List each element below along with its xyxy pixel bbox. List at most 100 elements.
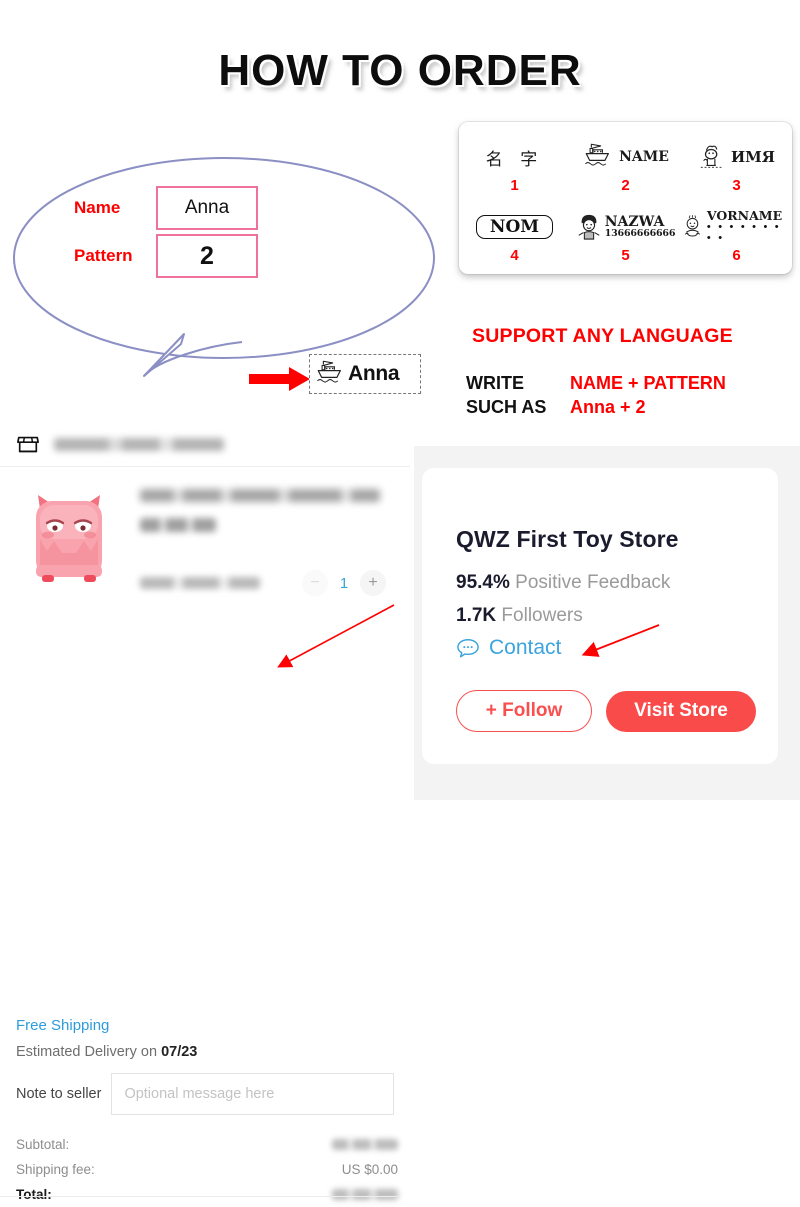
subtotal-label: Subtotal: [16, 1137, 70, 1152]
shipping-fee-label: Shipping fee: [16, 1162, 95, 1177]
pattern-4-text: NOM [475, 215, 554, 239]
pattern-option-4[interactable]: NOM 4 [459, 200, 570, 270]
poster-root: HOW TO ORDER Name Anna Pattern 2 Anna 名 … [0, 0, 800, 1202]
cart-item: − 1 + [0, 467, 410, 596]
animal-icon [700, 145, 724, 168]
red-right-arrow-icon [249, 367, 310, 391]
total-value [332, 1189, 398, 1200]
pattern-5-art: NAZWA 13666666666 [576, 207, 676, 247]
pattern-6-stack: VORNAME • • • • • • • • • [706, 209, 792, 245]
pattern-option-2[interactable]: NAME 2 [570, 130, 681, 200]
pattern-options-panel: 名 字 1 NAME 2 ИМЯ 3 NOM 4 NAZWA 136666666… [459, 122, 792, 274]
chat-bubble-icon [457, 639, 479, 658]
followers: 1.7K Followers [456, 605, 583, 627]
example-fields: Name Anna Pattern 2 [74, 186, 304, 278]
pattern-6-number: 6 [732, 247, 741, 264]
quantity-increase-button[interactable]: + [360, 570, 386, 596]
page-title: HOW TO ORDER [218, 46, 582, 95]
such-as-line: SUCH AS Anna + 2 [466, 397, 726, 421]
followers-label: Followers [496, 605, 583, 626]
pattern-option-6[interactable]: VORNAME • • • • • • • • • 6 [681, 200, 792, 270]
example-name-box: Anna [156, 186, 258, 230]
store-actions: + Follow Visit Store [456, 690, 756, 732]
pattern-6-sub: • • • • • • • • • [706, 221, 781, 245]
pattern-5-text: NAZWA [604, 214, 665, 231]
quantity-decrease-button[interactable]: − [302, 570, 328, 596]
note-to-seller-input[interactable]: Optional message here [111, 1073, 394, 1115]
boy-icon [578, 214, 600, 240]
write-instructions: WRITE NAME + PATTERN SUCH AS Anna + 2 [466, 373, 726, 421]
follow-button[interactable]: + Follow [456, 690, 592, 732]
cart-item-details: − 1 + [124, 479, 396, 596]
product-variant [140, 577, 260, 589]
note-to-seller-row: Note to seller Optional message here [16, 1073, 394, 1115]
pattern-1-text: 名 字 [485, 149, 544, 170]
followers-value: 1.7K [456, 605, 497, 626]
pattern-2-text: NAME [619, 149, 669, 165]
total-label: Total: [16, 1187, 52, 1202]
shipping-fee-row: Shipping fee: US $0.00 [16, 1157, 398, 1182]
example-name-row: Name Anna [74, 186, 304, 230]
pattern-grid: 名 字 1 NAME 2 ИМЯ 3 NOM 4 NAZWA 136666666… [459, 130, 792, 270]
write-line: WRITE NAME + PATTERN [466, 373, 726, 397]
cart-store-name [54, 437, 224, 451]
visit-store-button[interactable]: Visit Store [606, 690, 756, 732]
example-result-stamp: Anna [309, 354, 421, 394]
pattern-2-art: NAME [582, 137, 669, 177]
storefront-icon [17, 436, 39, 453]
support-headline: SUPPORT ANY LANGUAGE [472, 325, 733, 347]
total-row: Total: [16, 1182, 398, 1207]
positive-feedback: 95.4% Positive Feedback [456, 572, 670, 594]
subtotal-row: Subtotal: [16, 1132, 398, 1157]
write-value: NAME + PATTERN [570, 373, 726, 393]
example-result-text: Anna [348, 362, 400, 385]
feedback-label: Positive Feedback [509, 572, 671, 593]
note-to-seller-label: Note to seller [16, 1086, 102, 1102]
product-image[interactable] [14, 479, 124, 589]
product-title [140, 489, 380, 502]
pattern-4-art: NOM [475, 207, 554, 247]
pattern-6-art: VORNAME • • • • • • • • • [681, 207, 792, 247]
baby-icon [684, 215, 701, 237]
eta-date: 07/23 [161, 1044, 198, 1060]
pattern-5-sub: 13666666666 [604, 228, 676, 240]
example-speech-bubble: Name Anna Pattern 2 Anna [6, 148, 446, 394]
pattern-option-3[interactable]: ИМЯ 3 [681, 130, 792, 200]
shipping-fee-value: US $0.00 [341, 1162, 398, 1177]
such-as-value: Anna + 2 [570, 397, 646, 417]
contact-label: Contact [489, 636, 562, 659]
pattern-3-art: ИМЯ [698, 137, 775, 177]
boat-icon [585, 143, 610, 166]
estimated-delivery: Estimated Delivery on 07/23 [16, 1044, 197, 1060]
subtotal-value [332, 1139, 398, 1150]
example-pattern-label: Pattern [74, 246, 133, 265]
write-key: WRITE [466, 373, 524, 393]
quantity-stepper[interactable]: − 1 + [302, 570, 396, 596]
pattern-option-1[interactable]: 名 字 1 [459, 130, 570, 200]
product-price [140, 518, 216, 532]
cart-bottom-divider [0, 1196, 398, 1197]
cart-store-header[interactable] [0, 422, 410, 467]
store-name: QWZ First Toy Store [456, 526, 679, 552]
contact-link[interactable]: Contact [456, 636, 561, 660]
pattern-1-number: 1 [510, 177, 519, 194]
example-pattern-row: Pattern 2 [74, 234, 304, 278]
pattern-3-number: 3 [732, 177, 741, 194]
example-name-label: Name [74, 198, 121, 217]
pattern-5-stack: NAZWA 13666666666 [605, 215, 676, 239]
feedback-value: 95.4% [456, 572, 510, 593]
pattern-5-number: 5 [621, 247, 630, 264]
quantity-value: 1 [339, 574, 349, 592]
free-shipping-label: Free Shipping [16, 1017, 110, 1034]
note-callout-arrow-icon [277, 604, 395, 668]
such-as-key: SUCH AS [466, 397, 547, 417]
example-pattern-box: 2 [156, 234, 258, 278]
pattern-2-number: 2 [621, 177, 630, 194]
pattern-3-text: ИМЯ [730, 148, 775, 166]
contact-callout-arrow-icon [581, 624, 660, 657]
product-sku-row: − 1 + [140, 570, 396, 596]
eta-prefix: Estimated Delivery on [16, 1044, 162, 1060]
pattern-4-number: 4 [510, 247, 519, 264]
boat-stamp-icon [317, 360, 341, 383]
pattern-option-5[interactable]: NAZWA 13666666666 5 [570, 200, 681, 270]
